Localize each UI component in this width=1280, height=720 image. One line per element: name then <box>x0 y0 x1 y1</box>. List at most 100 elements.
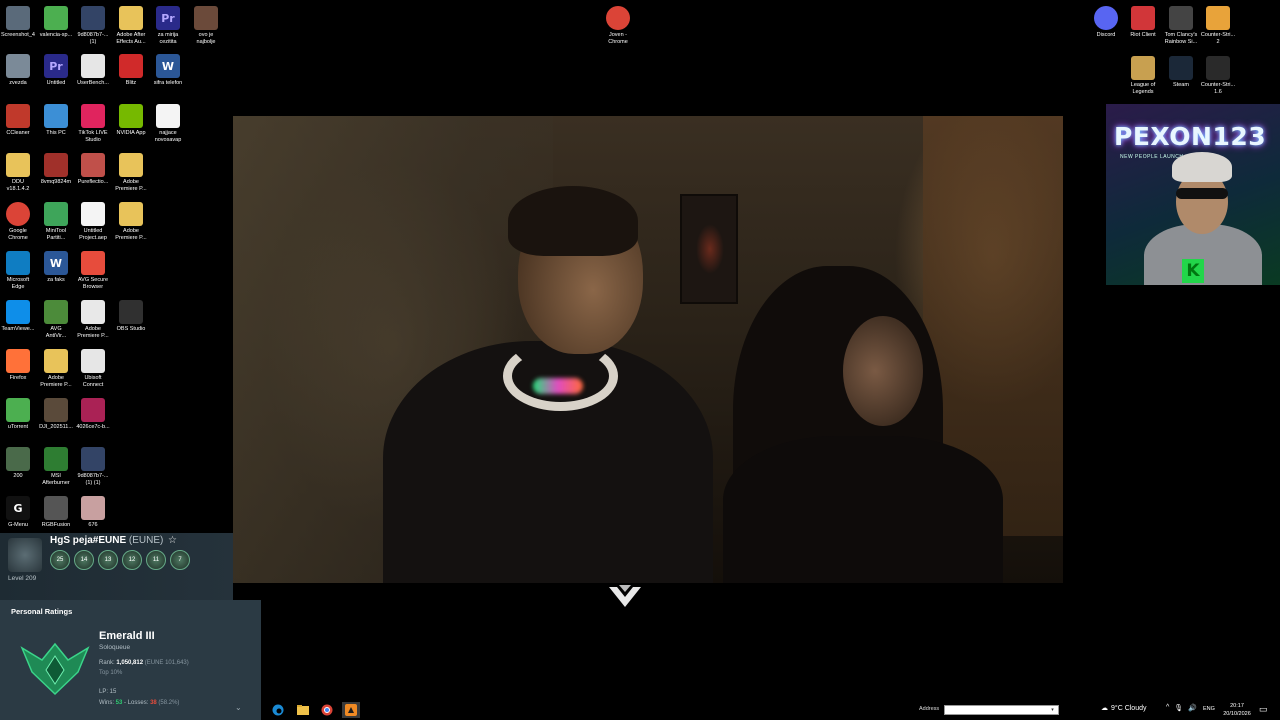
desktop-icon-label: Joven - Chrome <box>608 32 628 45</box>
obs-icon <box>119 300 143 324</box>
losses-value: 38 <box>150 700 157 706</box>
desktop-icon-label: 4026ce7c-b... <box>76 424 110 430</box>
document-icon <box>81 202 105 226</box>
folder-icon <box>119 202 143 226</box>
desktop-icon[interactable]: Ubisoft Connect <box>70 349 116 389</box>
stream-video[interactable] <box>233 116 1063 583</box>
mastery-badges: 25 14 13 12 11 7 <box>50 550 190 570</box>
favorite-star-icon[interactable]: ☆ <box>168 535 177 546</box>
rank-position: Rank: 1,050,812 (EUNE 101,643) <box>99 660 189 666</box>
desktop-icon-label: AVG Secure Browser <box>77 277 109 290</box>
win-loss-record: Wins: 53 - Losses: 38 (58.2%) <box>99 700 179 706</box>
desktop-icon[interactable]: Adobe Premiere P... <box>108 202 154 242</box>
chevron-down-icon[interactable]: ⌄ <box>235 703 242 712</box>
desktop-icon-label: 9d8087b7-... (1) (1) <box>77 473 109 486</box>
desktop-icon[interactable]: Adobe Premiere P... <box>108 153 154 193</box>
league-icon <box>1131 56 1155 80</box>
mastery-badge: 7 <box>170 550 190 570</box>
folder-icon <box>119 153 143 177</box>
chevron-up-icon[interactable]: ^ <box>1166 704 1169 712</box>
person-woman-body <box>723 436 1003 583</box>
clock-time: 20:17 <box>1230 703 1244 709</box>
desktop-icon[interactable]: 4026ce7c-b... <box>70 398 116 431</box>
mastery-badge: 12 <box>122 550 142 570</box>
desktop-icon[interactable]: najjace novosavap <box>145 104 191 144</box>
steam-icon[interactable] <box>342 702 360 718</box>
mastery-badge: 11 <box>146 550 166 570</box>
word-icon: W <box>156 54 180 78</box>
rank-label: Rank: <box>99 660 115 666</box>
volume-icon[interactable]: 🔊 <box>1188 704 1197 712</box>
image-icon <box>81 447 105 471</box>
desktop-icon[interactable]: AVG Secure Browser <box>70 251 116 291</box>
address-input[interactable] <box>944 705 1059 715</box>
avg-icon <box>81 251 105 275</box>
blitz-icon <box>119 54 143 78</box>
app-icon <box>81 153 105 177</box>
streamer-logo-icon <box>609 585 641 607</box>
counter-strike-icon <box>1206 6 1230 30</box>
desktop-icon[interactable]: Counter-Stri... 1.6 <box>1195 56 1241 96</box>
rgbfusion-icon <box>44 496 68 520</box>
mastery-badge: 14 <box>74 550 94 570</box>
webcam-subtitle: NEW PEOPLE LAUNCH <box>1120 154 1184 160</box>
address-label: Address <box>919 706 940 712</box>
lol-personal-ratings: Personal Ratings Emerald III Soloqueue R… <box>0 600 261 720</box>
image-icon <box>6 447 30 471</box>
zip-icon <box>81 300 105 324</box>
desktop-icon-label: Counter-Stri... 2 <box>1200 32 1236 45</box>
desktop-icon[interactable]: 9d8087b7-... (1) (1) <box>70 447 116 487</box>
image-icon <box>44 6 68 30</box>
desktop-icon[interactable]: Wsifra telefon <box>145 54 191 87</box>
desktop-icon[interactable]: ovo je najbolje <box>183 6 229 46</box>
chrome-icon[interactable] <box>318 702 336 718</box>
desktop-icon[interactable]: Joven - Chrome <box>595 6 641 46</box>
webcam-title: PEXON123 <box>1114 122 1267 151</box>
kick-logo-icon: K <box>1182 259 1204 283</box>
system-tray: ^ 🎙 🔊 <box>1166 704 1197 712</box>
taskbar: Address ▾ ☁ 9°C Cloudy ^ 🎙 🔊 ENG 20:17 2… <box>261 700 1280 720</box>
microphone-icon[interactable]: 🎙 <box>1174 704 1183 712</box>
folder-icon <box>6 153 30 177</box>
discord-icon <box>1094 6 1118 30</box>
summoner-level: Level 209 <box>8 575 37 582</box>
losses-label: Losses: <box>127 700 149 706</box>
webcam-cap <box>1172 152 1232 182</box>
rank-tier: Emerald III <box>99 630 155 642</box>
headset-rgb-light <box>533 378 583 394</box>
app-icon <box>44 153 68 177</box>
gmenu-icon: G <box>6 496 30 520</box>
document-icon <box>156 104 180 128</box>
computer-icon <box>44 104 68 128</box>
desktop-icon-label: Ubisoft Connect <box>82 375 104 388</box>
webcam-sunglasses <box>1176 188 1228 199</box>
image-icon <box>6 6 30 30</box>
clock[interactable]: 20:17 20/10/2026 <box>1223 702 1251 718</box>
userbenchmark-icon <box>81 54 105 78</box>
desktop-icon[interactable]: OBS Studio <box>108 300 154 333</box>
address-dropdown-icon[interactable]: ▾ <box>1047 706 1058 714</box>
person-man-hair <box>508 186 638 256</box>
edge-icon[interactable] <box>269 702 287 718</box>
folder-icon <box>44 349 68 373</box>
clock-date: 20/10/2026 <box>1223 711 1251 717</box>
file-explorer-icon[interactable] <box>294 702 312 718</box>
wins-label: Wins: <box>99 700 114 706</box>
personal-ratings-heading: Personal Ratings <box>11 607 73 616</box>
person-woman-face <box>843 316 923 426</box>
summoner-name: HgS peja#EUNE (EUNE) <box>50 535 163 546</box>
summoner-region: (EUNE) <box>128 535 164 546</box>
chrome-icon <box>6 202 30 226</box>
video-icon <box>44 398 68 422</box>
headset <box>503 341 618 411</box>
weather-widget[interactable]: ☁ 9°C Cloudy <box>1101 704 1146 713</box>
language-indicator[interactable]: ENG <box>1203 706 1215 712</box>
rank-top-percent: Top 10% <box>99 670 123 676</box>
league-points: LP: 15 <box>99 689 117 695</box>
webcam-overlay: PEXON123 NEW PEOPLE LAUNCH K <box>1106 104 1280 285</box>
desktop-icon[interactable]: Counter-Stri... 2 <box>1195 6 1241 46</box>
desktop-icon[interactable]: 676 <box>70 496 116 529</box>
notifications-icon[interactable]: ▭ <box>1259 704 1268 715</box>
desktop-icon-label: najjace novosavap <box>154 130 182 143</box>
video-icon <box>194 6 218 30</box>
